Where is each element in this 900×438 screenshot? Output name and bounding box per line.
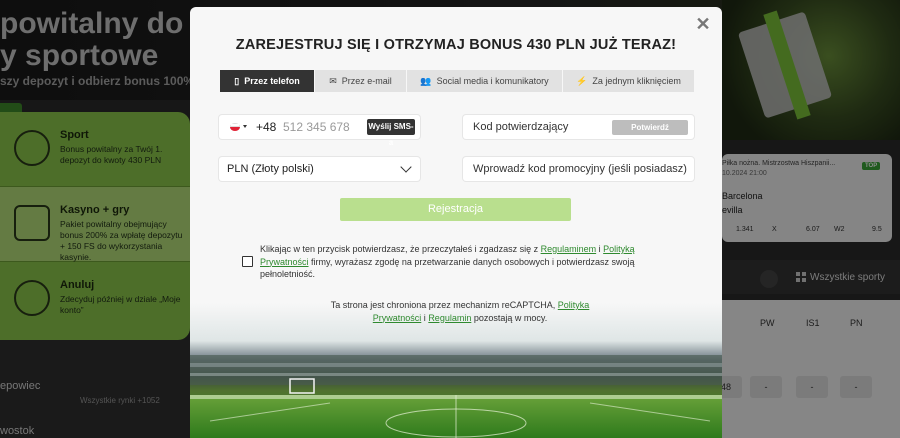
phone-input[interactable]: [283, 119, 363, 135]
promo-code-field: [463, 157, 694, 181]
consent-text: Klikając w ten przycisk potwierdzasz, że…: [260, 243, 640, 281]
terms-link[interactable]: Regulaminem: [541, 244, 597, 254]
registration-method-tabs: ▯ Przez telefon ✉ Przez e-mail 👥 Social …: [220, 70, 694, 92]
tab-phone[interactable]: ▯ Przez telefon: [220, 70, 314, 92]
confirmation-code-input[interactable]: [473, 120, 603, 134]
phone-field: +48 Wyślij SMS-a: [219, 115, 420, 147]
consent-text-part: Klikając w ten przycisk potwierdzasz, że…: [260, 244, 541, 254]
country-code: +48: [256, 120, 277, 134]
tab-one-click[interactable]: ⚡ Za jednym kliknięciem: [563, 70, 694, 92]
consent-text-part: firmy, wyrażasz zgodę na przetwarzanie d…: [260, 256, 635, 280]
send-sms-button[interactable]: Wyślij SMS-a: [367, 119, 415, 147]
tab-label: Przez telefon: [244, 76, 300, 86]
phone-icon: ▯: [234, 75, 240, 86]
lightning-icon: ⚡: [576, 75, 588, 86]
close-icon[interactable]: ✕: [694, 15, 712, 33]
currency-select[interactable]: PLN (Złoty polski): [219, 157, 420, 181]
consent-checkbox[interactable]: [242, 256, 253, 267]
tab-label: Za jednym kliknięciem: [592, 76, 681, 86]
tab-label: Przez e-mail: [341, 76, 392, 86]
registration-modal: ✕ ZAREJESTRUJ SIĘ I OTRZYMAJ BONUS 430 P…: [190, 7, 722, 438]
currency-value: PLN (Złoty polski): [227, 163, 314, 175]
people-icon: 👥: [420, 75, 432, 86]
recaptcha-notice: Ta strona jest chroniona przez mechanizm…: [310, 299, 610, 324]
tab-label: Social media i komunikatory: [436, 76, 549, 86]
modal-title: ZAREJESTRUJ SIĘ I OTRZYMAJ BONUS 430 PLN…: [235, 37, 677, 53]
tab-email[interactable]: ✉ Przez e-mail: [315, 70, 406, 92]
promo-code-input[interactable]: [473, 162, 688, 176]
envelope-icon: ✉: [329, 75, 337, 86]
terms-link[interactable]: Regulamin: [428, 313, 471, 323]
chevron-down-icon[interactable]: [243, 125, 247, 128]
recaptcha-text-part: pozostają w mocy.: [471, 312, 548, 323]
chevron-down-icon: [400, 161, 412, 173]
register-button[interactable]: Rejestracja: [340, 198, 571, 221]
confirmation-code-field: Potwierdź: [463, 115, 694, 139]
tab-social[interactable]: 👥 Social media i komunikatory: [407, 70, 562, 92]
recaptcha-text-part: Ta strona jest chroniona przez mechanizm…: [330, 300, 558, 310]
confirm-code-button[interactable]: Potwierdź: [612, 120, 688, 135]
poland-flag-icon[interactable]: [230, 123, 240, 131]
